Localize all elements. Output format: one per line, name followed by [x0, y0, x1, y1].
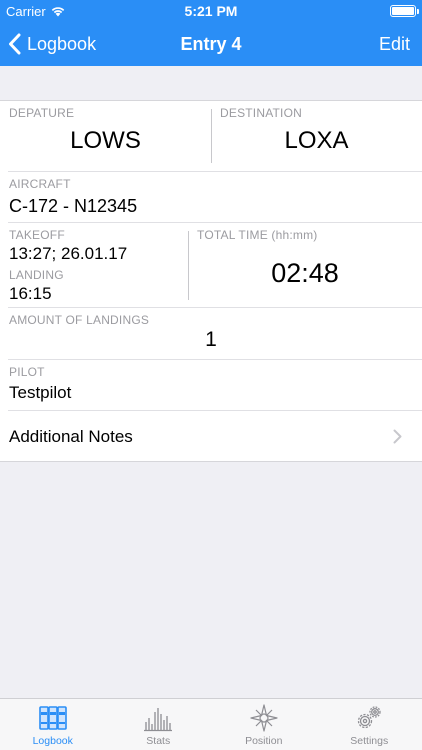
- navigation-bar: Logbook Entry 4 Edit: [0, 22, 422, 66]
- status-bar: Carrier 5:21 PM: [0, 0, 422, 22]
- route-row: DEPATURE LOWS DESTINATION LOXA: [0, 101, 422, 171]
- tab-logbook[interactable]: Logbook: [0, 699, 106, 750]
- tab-stats[interactable]: Stats: [106, 699, 212, 750]
- chevron-left-icon: [9, 33, 21, 55]
- landing-value: 16:15: [9, 284, 52, 303]
- tab-position-label: Position: [245, 735, 283, 747]
- back-button[interactable]: Logbook: [8, 22, 96, 66]
- tab-stats-label: Stats: [146, 735, 171, 747]
- aircraft-row: AIRCRAFT C-172 - N12345: [0, 172, 422, 222]
- total-time-label: TOTAL TIME (hh:mm): [197, 228, 318, 242]
- landing-label: LANDING: [9, 268, 64, 282]
- wifi-icon: [51, 7, 64, 17]
- entry-detail-card: DEPATURE LOWS DESTINATION LOXA AIRCRAFT …: [0, 100, 422, 462]
- pilot-label: PILOT: [9, 365, 45, 379]
- stats-icon: [144, 708, 173, 732]
- tab-bar: Logbook Stats Position Settings: [0, 698, 422, 750]
- additional-notes-label: Additional Notes: [9, 427, 133, 446]
- tab-logbook-label: Logbook: [32, 735, 73, 747]
- landings-row: AMOUNT OF LANDINGS 1: [0, 308, 422, 359]
- landings-label: AMOUNT OF LANDINGS: [9, 313, 150, 327]
- tab-settings-label: Settings: [350, 735, 389, 747]
- gears-icon: [358, 706, 381, 729]
- carrier-label: Carrier: [6, 4, 46, 19]
- pilot-row: PILOT Testpilot: [0, 360, 422, 410]
- compass-icon: [250, 704, 278, 732]
- total-time-value: 02:48: [271, 258, 339, 288]
- destination-label: DESTINATION: [220, 106, 302, 120]
- logbook-icon: [38, 706, 67, 730]
- takeoff-value: 13:27; 26.01.17: [9, 244, 128, 263]
- departure-label: DEPATURE: [9, 106, 75, 120]
- carrier-info: Carrier: [6, 4, 65, 19]
- aircraft-value: C-172 - N12345: [9, 196, 138, 216]
- destination-value: LOXA: [284, 127, 349, 154]
- back-button-label: Logbook: [27, 33, 97, 54]
- additional-notes-row[interactable]: Additional Notes: [0, 411, 422, 462]
- aircraft-label: AIRCRAFT: [9, 177, 71, 191]
- edit-button[interactable]: Edit: [379, 22, 410, 66]
- tab-position[interactable]: Position: [211, 699, 317, 750]
- departure-value: LOWS: [70, 127, 141, 154]
- battery-icon: [390, 5, 419, 17]
- times-row: TAKEOFF 13:27; 26.01.17 LANDING 16:15 TO…: [0, 223, 422, 307]
- landings-value: 1: [205, 328, 217, 351]
- pilot-value: Testpilot: [9, 383, 72, 402]
- chevron-right-icon: [393, 429, 402, 444]
- tab-settings[interactable]: Settings: [317, 699, 422, 750]
- takeoff-label: TAKEOFF: [9, 228, 65, 242]
